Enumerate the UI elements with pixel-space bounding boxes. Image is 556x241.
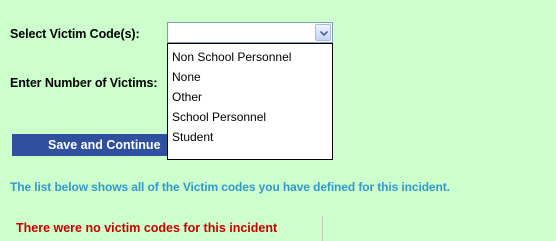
dropdown-arrow-button[interactable]: [315, 24, 331, 41]
no-victim-codes-message: There were no victim codes for this inci…: [10, 216, 323, 241]
save-and-continue-button[interactable]: Save and Continue: [12, 134, 168, 156]
option-none[interactable]: None: [168, 67, 332, 87]
chevron-down-icon: [320, 31, 328, 36]
victim-codes-info-text: The list below shows all of the Victim c…: [10, 180, 450, 194]
victim-code-label: Select Victim Code(s):: [10, 27, 140, 41]
option-student[interactable]: Student: [168, 127, 332, 147]
victim-code-dropdown-list[interactable]: Non School Personnel None Other School P…: [167, 43, 333, 160]
option-school-personnel[interactable]: School Personnel: [168, 107, 332, 127]
number-of-victims-label: Enter Number of Victims:: [10, 76, 158, 90]
option-other[interactable]: Other: [168, 87, 332, 107]
victim-code-select[interactable]: [167, 22, 333, 43]
option-non-school-personnel[interactable]: Non School Personnel: [168, 47, 332, 67]
